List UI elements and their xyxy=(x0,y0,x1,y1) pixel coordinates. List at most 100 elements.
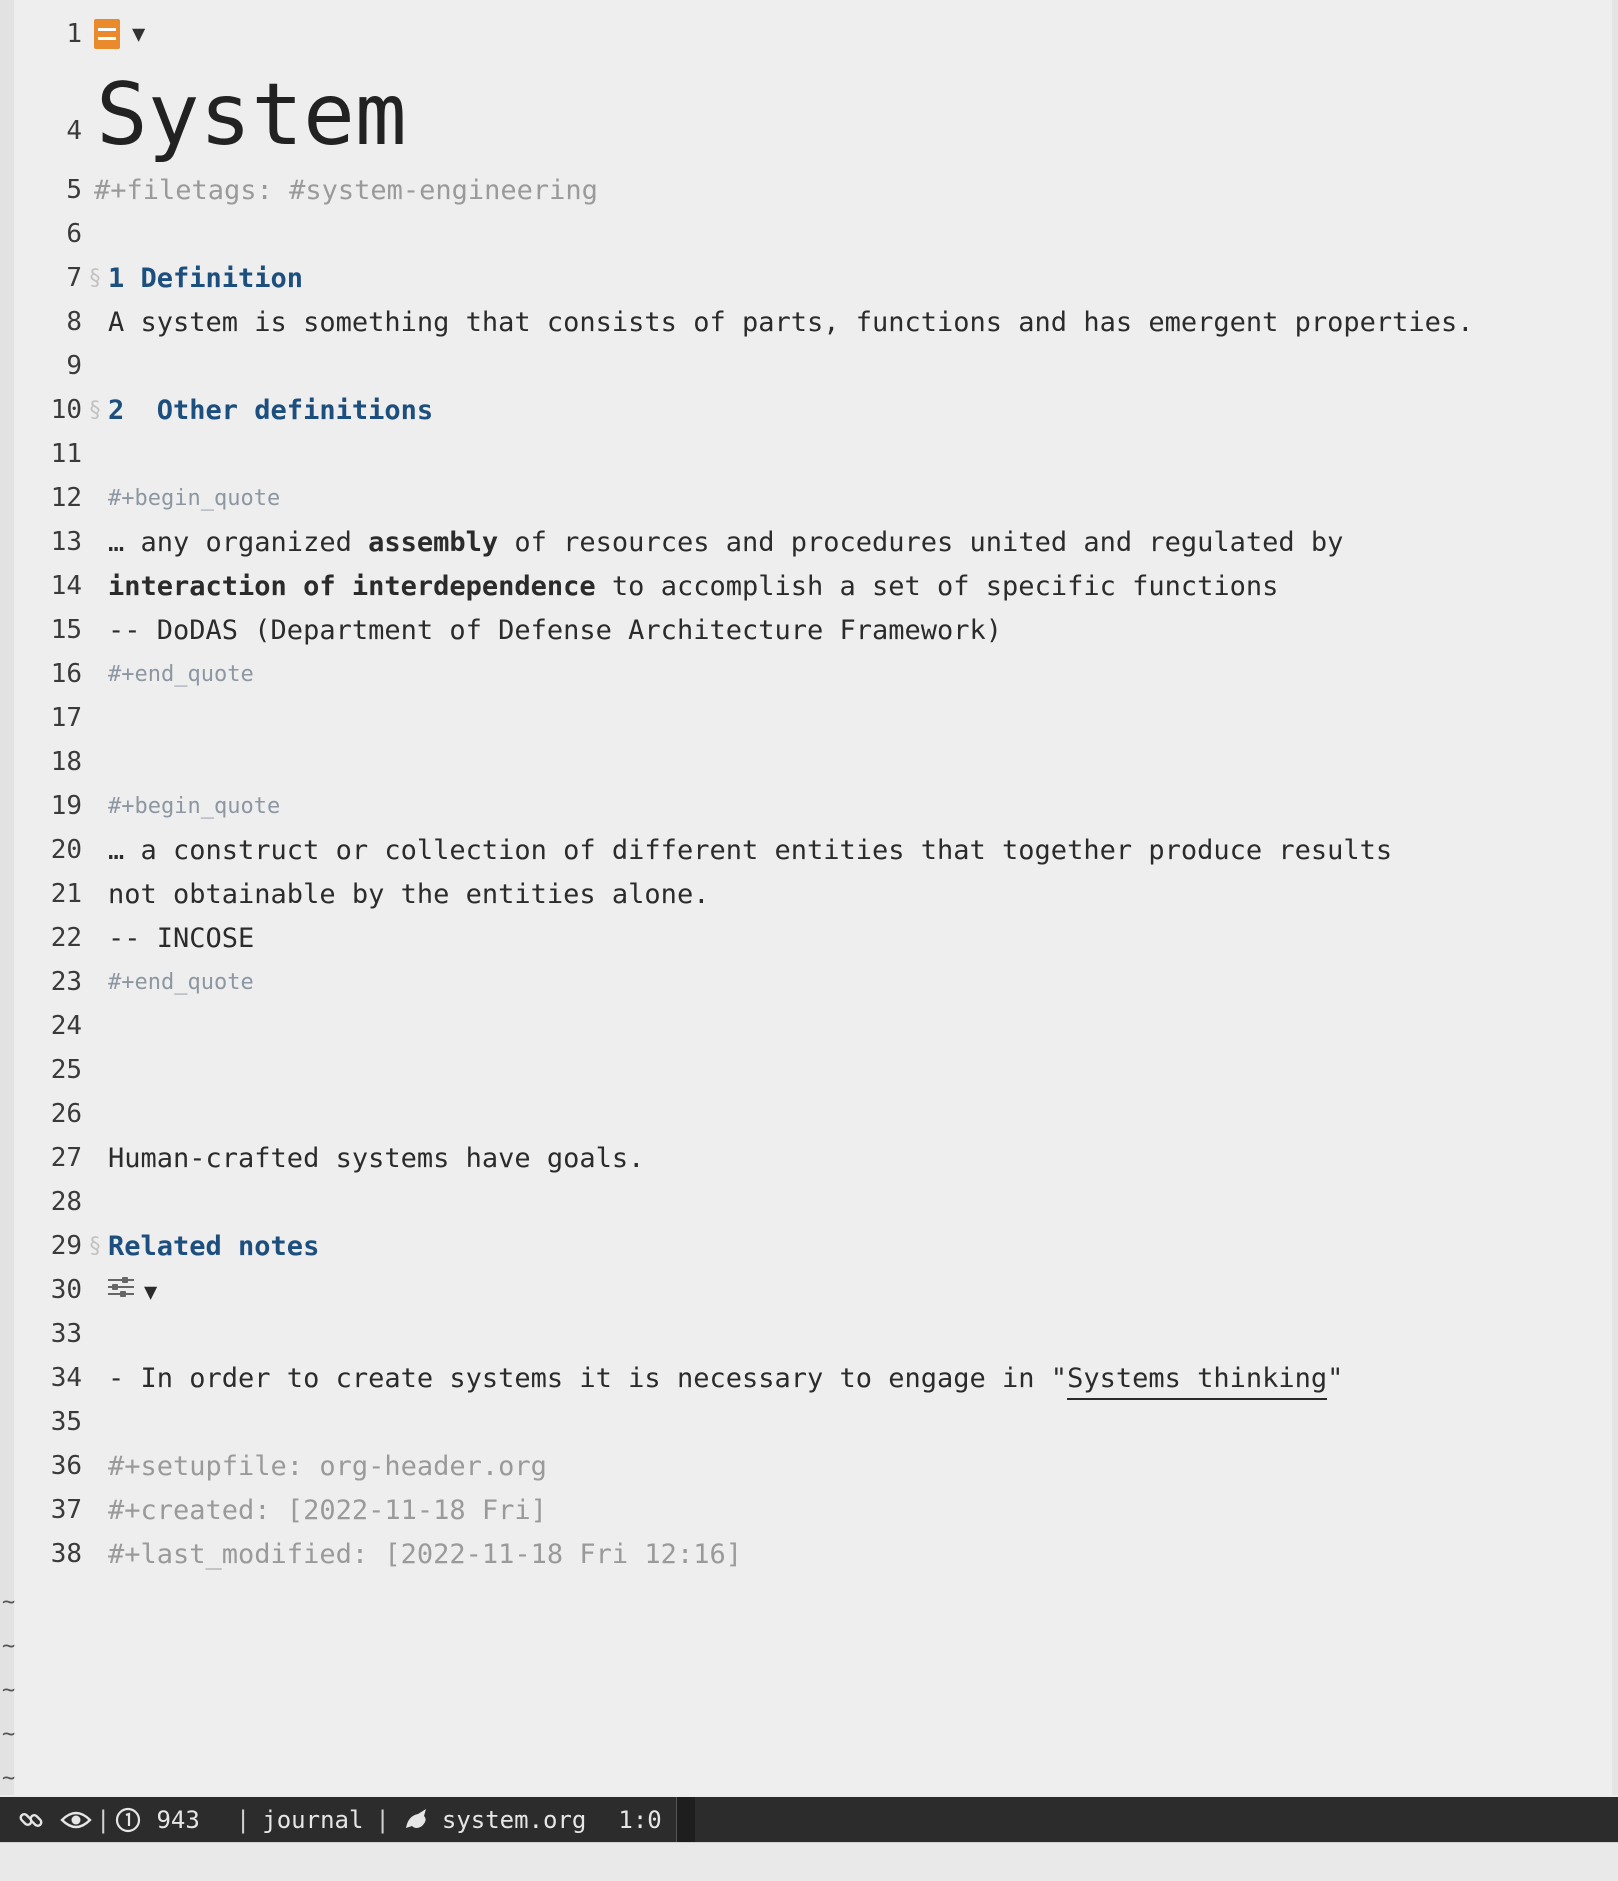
minibuffer[interactable] xyxy=(0,1842,1618,1881)
buffer-line[interactable]: 37 #+created: [2022-11-18 Fri] xyxy=(14,1488,1612,1532)
properties-drawer[interactable]: ▼ xyxy=(108,1275,157,1306)
line-number: 8 xyxy=(66,307,82,337)
workspace-name[interactable]: journal xyxy=(262,1806,363,1834)
buffer-line[interactable]: 6 xyxy=(14,212,1612,256)
buffer-line[interactable]: 10 § 2 Other definitions xyxy=(14,388,1612,432)
line-number: 38 xyxy=(50,1539,82,1569)
note-link[interactable]: Systems thinking xyxy=(1067,1362,1328,1400)
left-fringe xyxy=(0,0,15,1795)
quote-block-marker: #+end_quote xyxy=(108,969,254,995)
body-text: -- INCOSE xyxy=(108,922,255,954)
buffer-line[interactable]: 38 #+last_modified: [2022-11-18 Fri 12:16… xyxy=(14,1532,1612,1576)
line-number: 1 xyxy=(66,19,82,49)
section-heading[interactable]: 2 Other definitions xyxy=(108,395,433,426)
buffer-line[interactable]: 34 - In order to create systems it is nec… xyxy=(14,1356,1612,1400)
buffer-line[interactable]: 27 Human-crafted systems have goals. xyxy=(14,1136,1612,1180)
quote-block-marker: #+begin_quote xyxy=(108,485,281,511)
body-text: Human-crafted systems have goals. xyxy=(108,1142,645,1174)
buffer-line[interactable]: 30 ▼ xyxy=(14,1268,1612,1312)
buffer-line[interactable]: 9 xyxy=(14,344,1612,388)
quote-block-marker: #+end_quote xyxy=(108,661,254,687)
buffer-line[interactable]: 23 #+end_quote xyxy=(14,960,1612,1004)
line-number: 37 xyxy=(50,1495,82,1525)
line-number: 16 xyxy=(50,659,82,689)
buffer-line[interactable]: 29 § Related notes xyxy=(14,1224,1612,1268)
org-keyword: #+filetags: #system-engineering xyxy=(94,174,598,206)
buffer-line-title[interactable]: 4 System xyxy=(14,62,1612,158)
line-number: 18 xyxy=(50,747,82,777)
org-file-icon xyxy=(94,19,120,49)
buffer-line[interactable]: 7 § 1 Definition xyxy=(14,256,1612,300)
line-number: 14 xyxy=(50,571,82,601)
buffer-line[interactable]: 25 xyxy=(14,1048,1612,1092)
emacs-frame: 1 ▼ 4 System 5 #+filetags: #system-engine… xyxy=(0,0,1618,1881)
buffer-line[interactable]: 5 #+filetags: #system-engineering xyxy=(14,168,1612,212)
buffer-line[interactable]: 26 xyxy=(14,1092,1612,1136)
heading-section-marker: § xyxy=(88,265,102,291)
line-number: 20 xyxy=(50,835,82,865)
empty-line-tilde: ~ xyxy=(2,1634,16,1659)
line-number: 24 xyxy=(50,1011,82,1041)
buffer-line[interactable]: 22 -- INCOSE xyxy=(14,916,1612,960)
text-run: to accomplish a set of specific function… xyxy=(595,570,1279,602)
bold-text: assembly xyxy=(368,526,499,558)
buffer-line[interactable]: 17 xyxy=(14,696,1612,740)
buffer-line[interactable]: 13 … any organized assembly of resources … xyxy=(14,520,1612,564)
line-number: 21 xyxy=(50,879,82,909)
line-number: 6 xyxy=(66,219,82,249)
buffer-line[interactable]: 35 xyxy=(14,1400,1612,1444)
buffer-line[interactable]: 20 … a construct or collection of differe… xyxy=(14,828,1612,872)
line-count: 943 xyxy=(156,1805,200,1834)
buffer-line[interactable]: 12 #+begin_quote xyxy=(14,476,1612,520)
line-number: 15 xyxy=(50,615,82,645)
buffer-line[interactable]: 28 xyxy=(14,1180,1612,1224)
sliders-icon xyxy=(108,1275,134,1299)
line-number: 13 xyxy=(50,527,82,557)
bold-text: interaction of interdependence xyxy=(108,570,596,602)
heading-section-marker: § xyxy=(88,1233,102,1259)
line-number: 29 xyxy=(50,1231,82,1261)
org-mode-icon xyxy=(402,1806,432,1834)
buffer-line[interactable]: 15 -- DoDAS (Department of Defense Archit… xyxy=(14,608,1612,652)
section-heading[interactable]: Related notes xyxy=(108,1231,319,1262)
cursor-position: 1:0 xyxy=(618,1805,662,1834)
text-run: - In order to create systems it is neces… xyxy=(108,1362,1068,1394)
empty-line-tilde: ~ xyxy=(2,1678,16,1703)
buffer-line[interactable]: 24 xyxy=(14,1004,1612,1048)
line-number: 12 xyxy=(50,483,82,513)
line-number: 25 xyxy=(50,1055,82,1085)
page-title: System xyxy=(96,65,407,165)
mode-line-end-marker xyxy=(675,1797,695,1842)
body-text: interaction of interdependence to accomp… xyxy=(108,571,1278,602)
right-fringe xyxy=(1611,0,1618,1795)
buffer-line[interactable]: 18 xyxy=(14,740,1612,784)
buffer-line[interactable]: 1 ▼ xyxy=(14,12,1612,56)
line-number: 28 xyxy=(50,1187,82,1217)
body-text: A system is something that consists of p… xyxy=(108,306,1474,338)
buffer-filename[interactable]: system.org xyxy=(442,1806,587,1834)
link-icon[interactable] xyxy=(18,1807,44,1833)
buffer-line[interactable]: 8 A system is something that consists of … xyxy=(14,300,1612,344)
section-heading[interactable]: 1 Definition xyxy=(108,263,303,294)
buffer-line[interactable]: 11 xyxy=(14,432,1612,476)
fold-triangle-icon[interactable]: ▼ xyxy=(144,1280,157,1305)
eye-icon[interactable] xyxy=(60,1808,92,1832)
line-number: 30 xyxy=(50,1275,82,1305)
body-text: … a construct or collection of different… xyxy=(108,834,1393,866)
text-run: " xyxy=(1327,1362,1344,1394)
text-run: … any organized xyxy=(108,526,369,558)
org-keyword: #+setupfile: org-header.org xyxy=(108,1450,547,1482)
buffer-line[interactable]: 36 #+setupfile: org-header.org xyxy=(14,1444,1612,1488)
editor-buffer[interactable]: 1 ▼ 4 System 5 #+filetags: #system-engine… xyxy=(14,0,1612,1795)
line-number: 27 xyxy=(50,1143,82,1173)
line-number: 36 xyxy=(50,1451,82,1481)
fold-triangle-icon[interactable]: ▼ xyxy=(132,22,145,47)
mode-line: | 943 | journal | system.org 1:0 xyxy=(0,1797,1618,1842)
buffer-line[interactable]: 21 not obtainable by the entities alone. xyxy=(14,872,1612,916)
empty-line-tilde: ~ xyxy=(2,1766,16,1791)
buffer-line[interactable]: 33 xyxy=(14,1312,1612,1356)
buffer-line[interactable]: 19 #+begin_quote xyxy=(14,784,1612,828)
buffer-line[interactable]: 16 #+end_quote xyxy=(14,652,1612,696)
buffer-line[interactable]: 14 interaction of interdependence to acco… xyxy=(14,564,1612,608)
line-number: 5 xyxy=(66,175,82,205)
